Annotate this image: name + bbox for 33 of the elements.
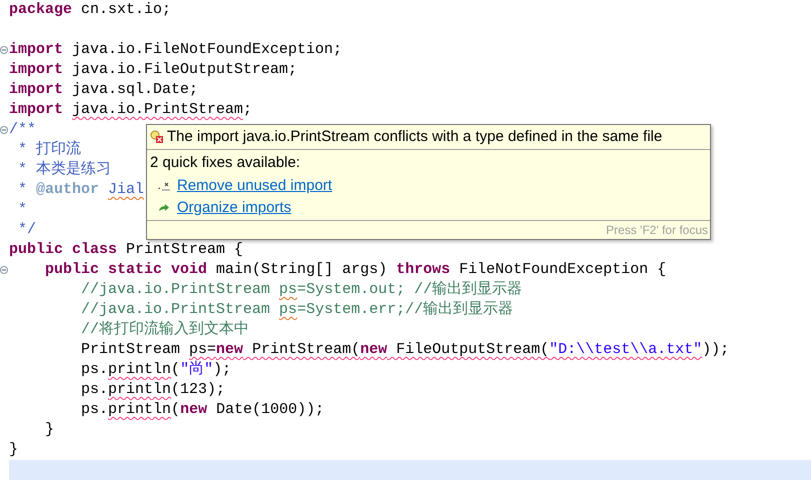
- error-lightbulb-icon: [150, 130, 164, 144]
- code-line: import java.io.FileOutputStream;: [9, 60, 298, 80]
- code-line: //java.io.PrintStream ps=System.out; //输出到显示器: [80, 280, 522, 300]
- code-line: *: [17, 200, 28, 220]
- code-line: import java.io.PrintStream;: [9, 100, 252, 120]
- code-line: public class PrintStream {: [9, 240, 244, 260]
- code-line: ps.println(123);: [80, 380, 226, 400]
- code-line: //将打印流输入到文本中: [80, 320, 250, 340]
- collapse-icon[interactable]: [0, 266, 8, 274]
- quick-fix-link[interactable]: Organize imports: [177, 196, 292, 220]
- remove-icon: [156, 181, 170, 191]
- code-line: public static void main(String[] args) throws FileNotFoundException {: [44, 260, 666, 280]
- code-line: */: [17, 220, 36, 240]
- code-line: /**: [9, 120, 36, 140]
- code-line: ps.println(new Date(1000));: [80, 400, 324, 420]
- quick-fix-link[interactable]: Remove unused import: [177, 174, 332, 198]
- collapse-icon[interactable]: [0, 126, 8, 134]
- collapse-icon[interactable]: [0, 46, 8, 54]
- code-line: package cn.sxt.io;: [9, 0, 172, 20]
- code-line: }: [9, 440, 18, 460]
- code-line: PrintStream ps=new PrintStream(new FileOutputStream("D:\\test\\a.txt"));: [80, 340, 730, 360]
- code-line: * @author Jial: [17, 180, 144, 200]
- code-line: * 打印流: [17, 140, 82, 160]
- code-line: ps.println("尚");: [80, 360, 232, 380]
- focus-hint: Press 'F2' for focus: [606, 222, 708, 239]
- code-line: import java.io.FileNotFoundException;: [9, 40, 342, 60]
- error-message: The import java.io.PrintStream conflicts with a type defined in the same file: [167, 126, 662, 147]
- code-line: }: [44, 420, 54, 440]
- quick-fixes-heading: 2 quick fixes available:: [150, 153, 302, 173]
- arrow-icon: [158, 203, 170, 213]
- code-line: import java.sql.Date;: [9, 80, 198, 100]
- code-line: * 本类是练习: [17, 160, 112, 180]
- code-line: //java.io.PrintStream ps=System.err;//输出到显示器: [80, 300, 514, 320]
